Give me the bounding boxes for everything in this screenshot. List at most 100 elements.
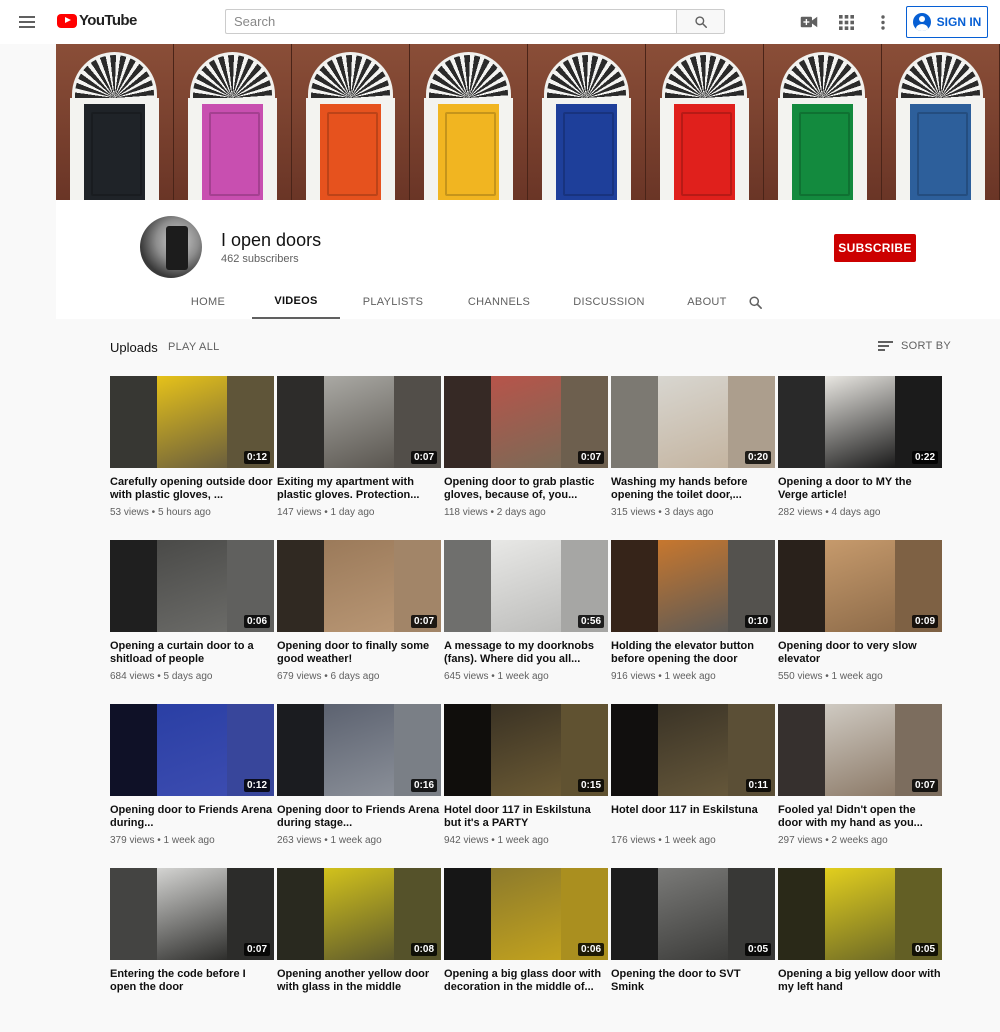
thumbnail-frame: [157, 540, 227, 632]
video-thumbnail[interactable]: 0:16: [277, 704, 441, 796]
hamburger-menu-icon[interactable]: [19, 13, 37, 31]
video-card[interactable]: 0:15 Hotel door 117 in Eskilstuna but it'…: [444, 704, 608, 868]
video-card[interactable]: 0:08 Opening another yellow door with gla…: [277, 868, 441, 1032]
video-thumbnail[interactable]: 0:11: [611, 704, 775, 796]
search-icon: [694, 15, 707, 28]
upload-age: 5 days ago: [163, 671, 213, 682]
thumbnail-frame: [491, 704, 561, 796]
video-thumbnail[interactable]: 0:05: [778, 868, 942, 960]
video-card[interactable]: 0:22 Opening a door to MY the Verge artic…: [778, 376, 942, 540]
video-thumbnail[interactable]: 0:06: [444, 868, 608, 960]
video-meta: 176 views • 1 week ago: [611, 835, 775, 846]
video-thumbnail[interactable]: 0:12: [110, 704, 274, 796]
video-title[interactable]: Opening the door to SVT Smink: [611, 968, 775, 994]
video-title[interactable]: Opening door to very slow elevator: [778, 640, 942, 666]
video-thumbnail[interactable]: 0:20: [611, 376, 775, 468]
video-thumbnail[interactable]: 0:07: [778, 704, 942, 796]
video-title[interactable]: Washing my hands before opening the toil…: [611, 476, 775, 502]
subscribe-button[interactable]: SUBSCRIBE: [834, 234, 916, 262]
video-title[interactable]: Exiting my apartment with plastic gloves…: [277, 476, 441, 502]
video-duration: 0:08: [410, 943, 437, 956]
video-title[interactable]: Hotel door 117 in Eskilstuna: [611, 804, 775, 830]
view-count: 679 views: [277, 671, 322, 682]
thumbnail-frame: [324, 540, 394, 632]
video-title[interactable]: Opening a big glass door with decoration…: [444, 968, 608, 994]
channel-search-icon[interactable]: [745, 292, 765, 312]
video-card[interactable]: 0:07 Exiting my apartment with plastic gl…: [277, 376, 441, 540]
video-title[interactable]: Opening door to finally some good weathe…: [277, 640, 441, 666]
video-card[interactable]: 0:09 Opening door to very slow elevator 55…: [778, 540, 942, 704]
video-card[interactable]: 0:11 Hotel door 117 in Eskilstuna 176 view…: [611, 704, 775, 868]
view-count: 942 views: [444, 835, 489, 846]
video-title[interactable]: Entering the code before I open the door: [110, 968, 274, 994]
video-thumbnail[interactable]: 0:07: [444, 376, 608, 468]
video-thumbnail[interactable]: 0:08: [277, 868, 441, 960]
video-card[interactable]: 0:20 Washing my hands before opening the …: [611, 376, 775, 540]
video-card[interactable]: 0:05 Opening the door to SVT Smink: [611, 868, 775, 1032]
video-title[interactable]: Carefully opening outside door with plas…: [110, 476, 274, 502]
meta-separator: •: [822, 835, 832, 846]
video-card[interactable]: 0:07 Entering the code before I open the …: [110, 868, 274, 1032]
create-video-icon[interactable]: [799, 12, 819, 32]
tab-discussion[interactable]: DISCUSSION: [552, 284, 666, 319]
video-card[interactable]: 0:12 Opening door to Friends Arena during…: [110, 704, 274, 868]
video-title[interactable]: Opening another yellow door with glass i…: [277, 968, 441, 994]
video-thumbnail[interactable]: 0:05: [611, 868, 775, 960]
video-card[interactable]: 0:07 Opening door to finally some good we…: [277, 540, 441, 704]
more-vertical-icon[interactable]: [873, 12, 893, 32]
banner-door: [646, 44, 764, 200]
door-fanlight: [308, 52, 393, 98]
video-card[interactable]: 0:06 Opening a curtain door to a shitload…: [110, 540, 274, 704]
video-thumbnail[interactable]: 0:07: [277, 540, 441, 632]
sign-in-button[interactable]: SIGN IN: [906, 6, 988, 38]
tab-videos[interactable]: VIDEOS: [252, 284, 340, 319]
sign-in-label: SIGN IN: [936, 15, 982, 29]
top-bar: YouTube SIGN IN: [0, 0, 1000, 44]
play-all-button[interactable]: PLAY ALL: [168, 341, 220, 353]
video-thumbnail[interactable]: 0:07: [110, 868, 274, 960]
video-card[interactable]: 0:05 Opening a big yellow door with my le…: [778, 868, 942, 1032]
video-title[interactable]: Opening a big yellow door with my left h…: [778, 968, 942, 994]
channel-avatar[interactable]: [140, 216, 202, 278]
video-thumbnail[interactable]: 0:56: [444, 540, 608, 632]
view-count: 53 views: [110, 507, 149, 518]
video-thumbnail[interactable]: 0:09: [778, 540, 942, 632]
video-card[interactable]: 0:07 Fooled ya! Didn't open the door with…: [778, 704, 942, 868]
video-title[interactable]: Holding the elevator button before openi…: [611, 640, 775, 666]
video-title[interactable]: Hotel door 117 in Eskilstuna but it's a …: [444, 804, 608, 830]
youtube-logo[interactable]: YouTube: [57, 12, 137, 29]
video-thumbnail[interactable]: 0:12: [110, 376, 274, 468]
sort-by-button[interactable]: SORT BY: [878, 339, 951, 353]
upload-age: 1 week ago: [497, 835, 549, 846]
search-button[interactable]: [676, 9, 725, 34]
video-title[interactable]: Opening door to Friends Arena during...: [110, 804, 274, 830]
video-thumbnail[interactable]: 0:07: [277, 376, 441, 468]
video-thumbnail[interactable]: 0:10: [611, 540, 775, 632]
video-thumbnail[interactable]: 0:15: [444, 704, 608, 796]
door-panel: [438, 104, 499, 200]
video-card[interactable]: 0:16 Opening door to Friends Arena during…: [277, 704, 441, 868]
tab-home[interactable]: HOME: [164, 284, 252, 319]
thumbnail-frame: [324, 376, 394, 468]
tab-playlists[interactable]: PLAYLISTS: [340, 284, 446, 319]
tab-about[interactable]: ABOUT: [666, 284, 748, 319]
apps-grid-icon[interactable]: [836, 12, 856, 32]
video-title[interactable]: A message to my doorknobs (fans). Where …: [444, 640, 608, 666]
thumbnail-frame: [658, 704, 728, 796]
video-title[interactable]: Opening a door to MY the Verge article!: [778, 476, 942, 502]
video-title[interactable]: Fooled ya! Didn't open the door with my …: [778, 804, 942, 830]
video-thumbnail[interactable]: 0:22: [778, 376, 942, 468]
search-input[interactable]: [225, 9, 676, 34]
thumbnail-blur-left: [778, 540, 825, 632]
video-thumbnail[interactable]: 0:06: [110, 540, 274, 632]
thumbnail-blur-left: [611, 868, 658, 960]
tab-channels[interactable]: CHANNELS: [446, 284, 552, 319]
video-card[interactable]: 0:10 Holding the elevator button before o…: [611, 540, 775, 704]
video-card[interactable]: 0:12 Carefully opening outside door with …: [110, 376, 274, 540]
video-title[interactable]: Opening a curtain door to a shitload of …: [110, 640, 274, 666]
video-card[interactable]: 0:07 Opening door to grab plastic gloves,…: [444, 376, 608, 540]
video-card[interactable]: 0:56 A message to my doorknobs (fans). Wh…: [444, 540, 608, 704]
video-title[interactable]: Opening door to grab plastic gloves, bec…: [444, 476, 608, 502]
video-title[interactable]: Opening door to Friends Arena during sta…: [277, 804, 441, 830]
video-card[interactable]: 0:06 Opening a big glass door with decora…: [444, 868, 608, 1032]
